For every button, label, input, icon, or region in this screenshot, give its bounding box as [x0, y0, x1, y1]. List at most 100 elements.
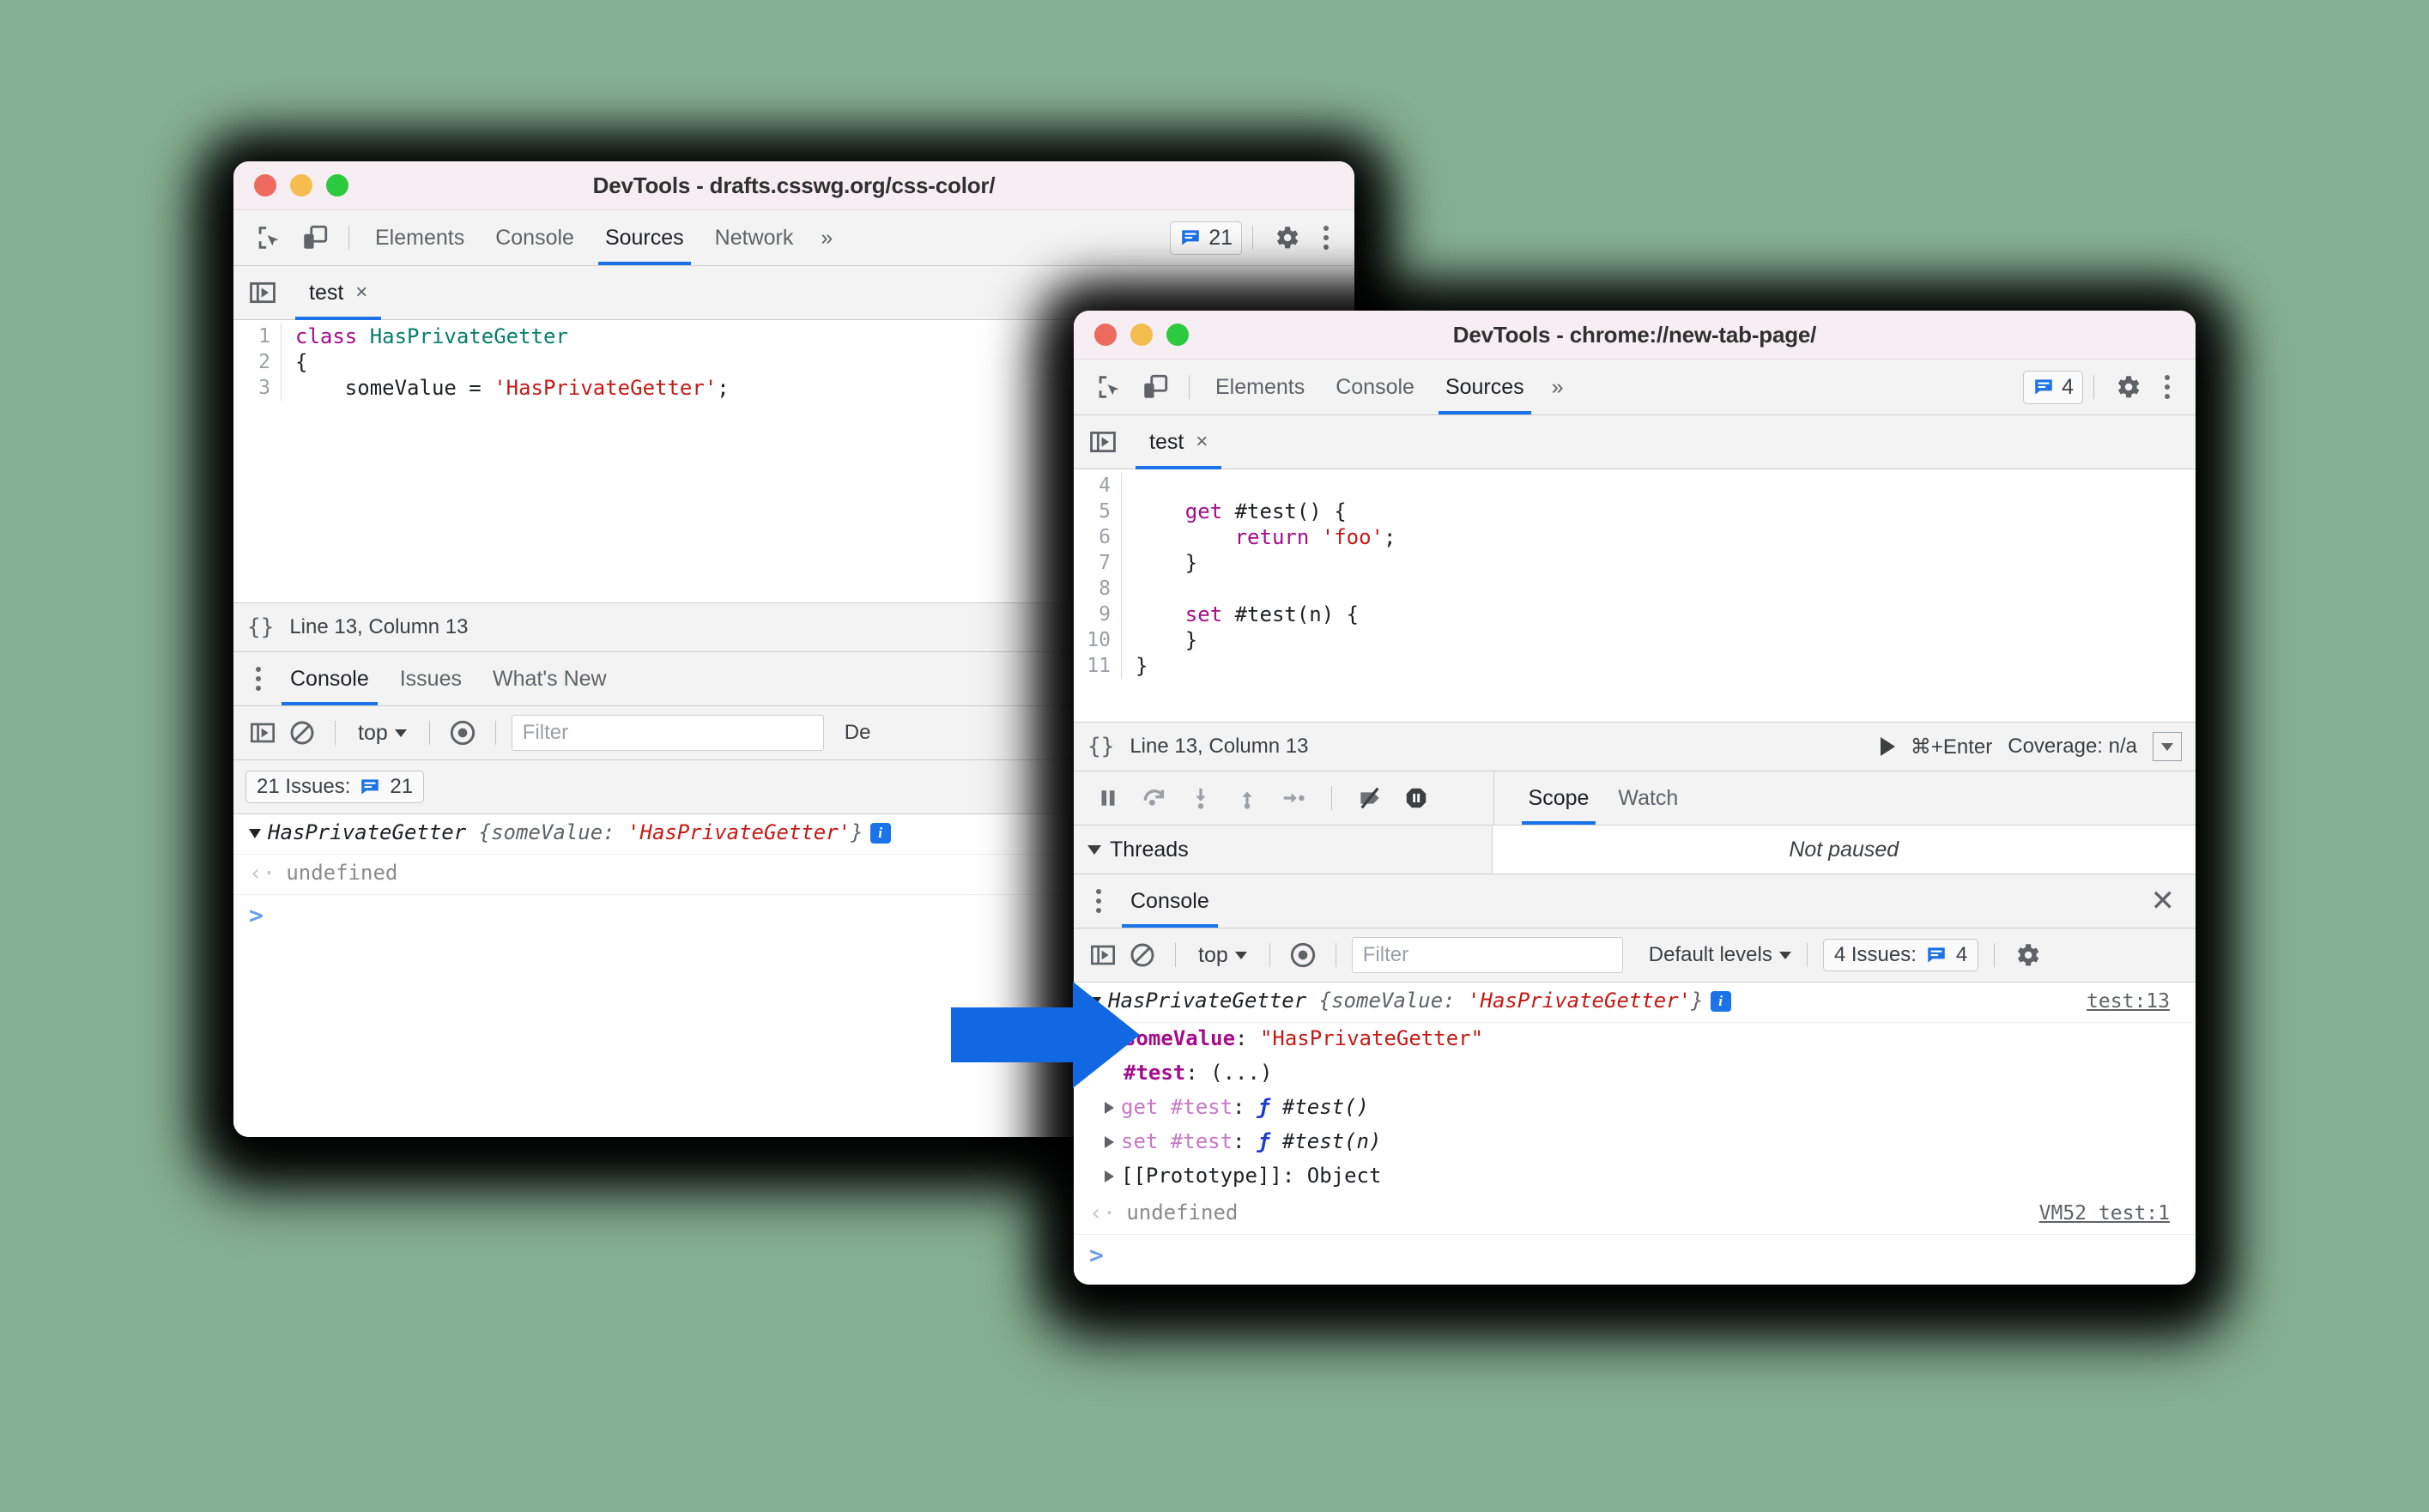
file-tab-test[interactable]: test ×: [295, 266, 382, 320]
console-object-properties[interactable]: someValue: "HasPrivateGetter" #test: (...…: [1074, 1023, 2196, 1194]
issues-counter-button[interactable]: 4: [2023, 370, 2083, 404]
expand-triangle-icon[interactable]: [249, 829, 261, 838]
run-snippet-icon[interactable]: [1880, 737, 1895, 756]
console-prompt-line[interactable]: >: [1074, 1235, 2196, 1275]
drawer-tab-console[interactable]: Console: [1115, 874, 1225, 928]
drawer-tab-console[interactable]: Console: [275, 652, 385, 705]
front-console-output[interactable]: HasPrivateGetter {someValue: 'HasPrivate…: [1074, 983, 2196, 1285]
tab-sources[interactable]: Sources: [590, 210, 700, 265]
more-tabs-chevron-icon[interactable]: »: [809, 210, 845, 265]
console-property-row[interactable]: #test: (...): [1074, 1057, 2196, 1092]
step-icon[interactable]: [1275, 779, 1312, 817]
zoom-window-button[interactable]: [326, 174, 348, 197]
drawer-tab-issues[interactable]: Issues: [385, 652, 477, 705]
pretty-print-icon[interactable]: {}: [247, 614, 274, 640]
execution-context-selector[interactable]: top: [351, 721, 414, 746]
more-tabs-chevron-icon[interactable]: »: [1540, 360, 1576, 414]
devtools-window-front[interactable]: DevTools - chrome://new-tab-page/ Elemen…: [1074, 311, 2196, 1285]
console-property-row[interactable]: [[Prototype]]: Object: [1074, 1160, 2196, 1194]
console-message-header[interactable]: HasPrivateGetter {someValue: 'HasPrivate…: [1074, 983, 2196, 1023]
issues-summary-button[interactable]: 4 Issues: 4: [1822, 939, 1979, 971]
close-icon[interactable]: ×: [1196, 430, 1208, 454]
live-expression-icon[interactable]: [1286, 938, 1320, 972]
step-out-icon[interactable]: [1228, 779, 1266, 817]
tab-scope[interactable]: Scope: [1517, 771, 1602, 825]
debugger-toolbar-row[interactable]: Scope Watch: [1074, 771, 2196, 826]
show-navigator-icon[interactable]: [245, 275, 280, 310]
tab-network[interactable]: Network: [700, 210, 809, 265]
kebab-menu-icon[interactable]: [2151, 375, 2184, 399]
traffic-lights[interactable]: [1074, 324, 1189, 346]
result-source-link[interactable]: VM52 test:1: [2039, 1202, 2170, 1225]
threads-row[interactable]: Threads Not paused: [1074, 826, 2196, 874]
minimize-window-button[interactable]: [290, 174, 312, 197]
execution-context-selector[interactable]: top: [1191, 943, 1254, 968]
tab-console[interactable]: Console: [480, 210, 590, 265]
file-tab-test[interactable]: test ×: [1136, 415, 1222, 469]
device-toolbar-icon[interactable]: [1137, 369, 1173, 405]
console-property-row[interactable]: set #test: ƒ #test(n): [1074, 1126, 2196, 1160]
close-window-button[interactable]: [1094, 324, 1117, 346]
drawer-kebab-menu-icon[interactable]: [1082, 889, 1115, 913]
clear-console-icon[interactable]: [1125, 938, 1160, 972]
pretty-print-icon[interactable]: {}: [1087, 734, 1114, 759]
code-line[interactable]: 4: [1074, 473, 2196, 499]
info-badge-icon[interactable]: i: [1710, 991, 1731, 1012]
live-expression-icon[interactable]: [445, 716, 480, 750]
close-drawer-icon[interactable]: ✕: [2130, 884, 2196, 918]
gear-icon[interactable]: [1269, 220, 1305, 256]
expand-triangle-icon[interactable]: [1105, 1102, 1114, 1114]
issues-summary-button[interactable]: 21 Issues: 21: [245, 771, 425, 803]
show-navigator-icon[interactable]: [1086, 425, 1120, 459]
traffic-lights[interactable]: [233, 174, 348, 197]
expand-triangle-icon[interactable]: [1105, 1136, 1114, 1148]
inspect-element-icon[interactable]: [251, 220, 287, 256]
tab-sources[interactable]: Sources: [1430, 360, 1540, 414]
front-drawer-tabs[interactable]: Console ✕: [1074, 874, 2196, 928]
info-badge-icon[interactable]: i: [869, 823, 891, 844]
back-devtools-toolbar[interactable]: Elements Console Sources Network » 21: [233, 210, 1354, 266]
close-icon[interactable]: ×: [355, 281, 367, 305]
code-line[interactable]: 11}: [1074, 653, 2196, 679]
tab-elements[interactable]: Elements: [360, 210, 480, 265]
front-console-toolbar[interactable]: top Filter Default levels 4 Issues: 4: [1074, 928, 2196, 983]
deactivate-breakpoints-icon[interactable]: [1351, 779, 1389, 817]
expand-triangle-icon[interactable]: [1105, 1170, 1114, 1182]
gear-icon[interactable]: [2010, 938, 2044, 972]
code-line[interactable]: 6 return 'foo';: [1074, 524, 2196, 550]
code-line[interactable]: 8: [1074, 576, 2196, 602]
tab-watch[interactable]: Watch: [1606, 771, 1690, 825]
code-line[interactable]: 7 }: [1074, 550, 2196, 576]
front-devtools-toolbar[interactable]: Elements Console Sources » 4: [1074, 360, 2196, 415]
step-over-icon[interactable]: [1136, 779, 1173, 817]
tab-console[interactable]: Console: [1320, 360, 1430, 414]
drawer-tab-whats-new[interactable]: What's New: [477, 652, 622, 705]
inspect-element-icon[interactable]: [1091, 369, 1127, 405]
kebab-menu-icon[interactable]: [1310, 226, 1342, 250]
front-code-editor[interactable]: 45 get #test() {6 return 'foo'; 7 } 8 9 set…: [1074, 469, 2196, 722]
more-options-icon[interactable]: [2153, 732, 2182, 761]
zoom-window-button[interactable]: [1166, 324, 1189, 346]
log-levels-selector[interactable]: Default levels: [1649, 943, 1791, 967]
pause-on-exceptions-icon[interactable]: [1397, 779, 1435, 817]
console-property-row[interactable]: get #test: ƒ #test(): [1074, 1092, 2196, 1126]
step-into-icon[interactable]: [1182, 779, 1220, 817]
console-property-row[interactable]: someValue: "HasPrivateGetter": [1074, 1023, 2196, 1057]
source-link[interactable]: test:13: [2087, 990, 2170, 1013]
console-sidebar-icon[interactable]: [245, 716, 280, 750]
close-window-button[interactable]: [254, 174, 276, 197]
minimize-window-button[interactable]: [1130, 324, 1153, 346]
threads-section[interactable]: Threads: [1074, 826, 1493, 874]
front-window-titlebar[interactable]: DevTools - chrome://new-tab-page/: [1074, 311, 2196, 360]
code-line[interactable]: 9 set #test(n) {: [1074, 602, 2196, 627]
debugger-side-tabs[interactable]: Scope Watch: [1494, 771, 2196, 825]
front-sources-tabstrip[interactable]: test ×: [1074, 415, 2196, 469]
back-window-titlebar[interactable]: DevTools - drafts.csswg.org/css-color/: [233, 161, 1354, 210]
gear-icon[interactable]: [2110, 369, 2146, 405]
device-toolbar-icon[interactable]: [297, 220, 333, 256]
console-filter-input[interactable]: Filter: [1351, 937, 1623, 973]
console-filter-input[interactable]: Filter: [511, 715, 824, 751]
code-line[interactable]: 5 get #test() {: [1074, 499, 2196, 524]
drawer-kebab-menu-icon[interactable]: [242, 667, 275, 691]
clear-console-icon[interactable]: [285, 716, 319, 750]
